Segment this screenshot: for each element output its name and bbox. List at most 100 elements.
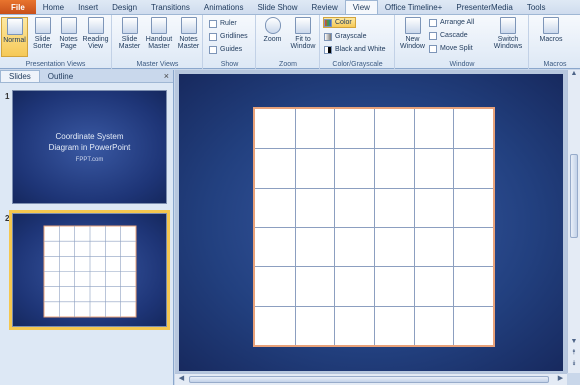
group-presentation-views: Normal Slide Sorter Notes Page Reading V… [0,15,112,69]
slide-master-button[interactable]: Slide Master [116,17,143,57]
tab-outline[interactable]: Outline [40,70,81,82]
slide-1-title: Coordinate System Diagram in PowerPoint [13,131,166,153]
show-label: Show [220,61,239,68]
tab-file[interactable]: File [0,0,36,14]
ruler-label: Ruler [220,20,237,27]
horizontal-scroll-thumb[interactable] [189,376,549,383]
ruler-checkbox-box [209,19,217,28]
gridlines-checkbox[interactable]: Gridlines [209,31,248,42]
scroll-right-arrow[interactable]: ▶ [555,374,566,385]
normal-view-label: Normal [3,37,26,44]
slide-sorter-icon [34,17,51,34]
slide-1-title-line-1: Coordinate System [55,132,124,141]
slide-sorter-label-2: Sorter [32,43,53,50]
scroll-down-arrow[interactable]: ▼ [568,338,580,349]
tab-design[interactable]: Design [105,0,144,14]
previous-slide-icon[interactable]: ⯭ [568,349,580,360]
slide-editor[interactable] [175,70,567,373]
tab-review[interactable]: Review [304,0,344,14]
grid-line-horizontal [255,305,493,307]
slides-pane: Slides Outline × 1 Coordinate System Dia… [0,70,174,385]
slide-thumbnail-1[interactable]: Coordinate System Diagram in PowerPoint … [12,90,167,204]
black-and-white-button[interactable]: Black and White [324,44,386,55]
tab-slides[interactable]: Slides [0,70,40,82]
arrange-all-label: Arrange All [440,19,475,26]
tab-transitions[interactable]: Transitions [144,0,197,14]
black-and-white-label: Black and White [335,46,386,53]
group-window: New Window Arrange All Cascade Move Spli… [396,15,529,69]
presentation-views-label: Presentation Views [25,61,86,68]
move-split-button[interactable]: Move Split [429,43,473,54]
tab-animations[interactable]: Animations [197,0,251,14]
handout-master-label-2: Master [148,43,170,50]
close-icon[interactable]: × [164,71,169,81]
tab-slide-show[interactable]: Slide Show [250,0,304,14]
reading-view-button[interactable]: Reading View [82,17,109,57]
grayscale-button[interactable]: Grayscale [324,31,367,42]
next-slide-icon[interactable]: ⯯ [568,360,580,371]
fit-to-window-icon [295,17,311,34]
slide-master-icon [121,17,138,34]
macros-group-label: Macros [543,61,567,68]
vertical-scroll-thumb[interactable] [570,154,578,238]
vertical-scrollbar[interactable]: ▲ ▼ ⯭ ⯯ [567,70,580,373]
tab-tools[interactable]: Tools [520,0,553,14]
slide-1-subtitle: FPPT.com [75,157,104,163]
magnifier-icon [264,17,281,34]
zoom-group-label: Zoom [279,61,297,68]
guides-checkbox[interactable]: Guides [209,44,242,55]
handout-master-button[interactable]: Handout Master [144,17,174,57]
fit-to-window-label-2: Window [290,43,316,50]
notes-page-label-2: Page [60,43,77,50]
zoom-button[interactable]: Zoom [259,17,286,57]
notes-page-button[interactable]: Notes Page [55,17,82,57]
switch-windows-icon [500,17,516,34]
coordinate-grid[interactable] [253,107,495,347]
ribbon-tabs: File Home Insert Design Transitions Anim… [0,0,580,14]
tab-view[interactable]: View [344,0,378,14]
tab-insert[interactable]: Insert [71,0,105,14]
scroll-left-arrow[interactable]: ◀ [176,374,187,385]
arrange-all-button[interactable]: Arrange All [429,17,474,28]
guides-checkbox-box [209,45,217,54]
switch-windows-button[interactable]: Switch Windows [491,17,525,57]
color-button[interactable]: Color [323,17,356,28]
normal-view-button[interactable]: Normal [1,17,28,57]
normal-view-icon [6,18,23,35]
tab-office-timeline[interactable]: Office Timeline+ [378,0,449,14]
tab-presentermedia[interactable]: PresenterMedia [449,0,519,14]
gridlines-label: Gridlines [220,33,248,40]
slide-thumbnail-2[interactable] [9,210,170,330]
ribbon: Normal Slide Sorter Notes Page Reading V… [0,14,580,69]
scroll-up-arrow[interactable]: ▲ [568,70,580,81]
horizontal-scrollbar[interactable]: ◀ ▶ [175,373,567,385]
slide-number-2: 2 [5,214,10,223]
group-macros: Macros Macros [530,15,580,69]
notes-master-label-2: Master [177,43,200,50]
slide-sorter-button[interactable]: Slide Sorter [29,17,56,57]
notes-master-label-1: Notes [179,36,198,43]
new-window-label-2: Window [400,43,425,50]
group-show: Ruler Gridlines Guides Show [204,15,256,69]
notes-page-label-1: Notes [59,36,78,43]
ruler-checkbox[interactable]: Ruler [209,18,237,29]
new-window-button[interactable]: New Window [399,17,426,57]
color-grayscale-label: Color/Grayscale [332,61,383,68]
macros-button[interactable]: Macros [536,17,566,57]
reading-view-icon [87,17,104,34]
macros-icon [543,17,559,34]
notes-master-button[interactable]: Notes Master [175,17,202,57]
window-label: Window [449,61,475,68]
group-color-grayscale: Color Grayscale Black and White Color/Gr… [321,15,395,69]
slide-1-title-line-2: Diagram in PowerPoint [48,143,131,152]
grayscale-swatch-icon [324,32,332,41]
handout-master-icon [151,17,167,34]
fit-to-window-button[interactable]: Fit to Window [288,17,318,57]
move-split-icon [429,44,437,53]
tab-home[interactable]: Home [36,0,71,14]
switch-windows-label-1: Switch [497,36,519,43]
grayscale-label: Grayscale [335,33,367,40]
current-slide[interactable] [179,74,563,371]
grid-line-horizontal [255,227,493,228]
cascade-button[interactable]: Cascade [429,30,468,41]
